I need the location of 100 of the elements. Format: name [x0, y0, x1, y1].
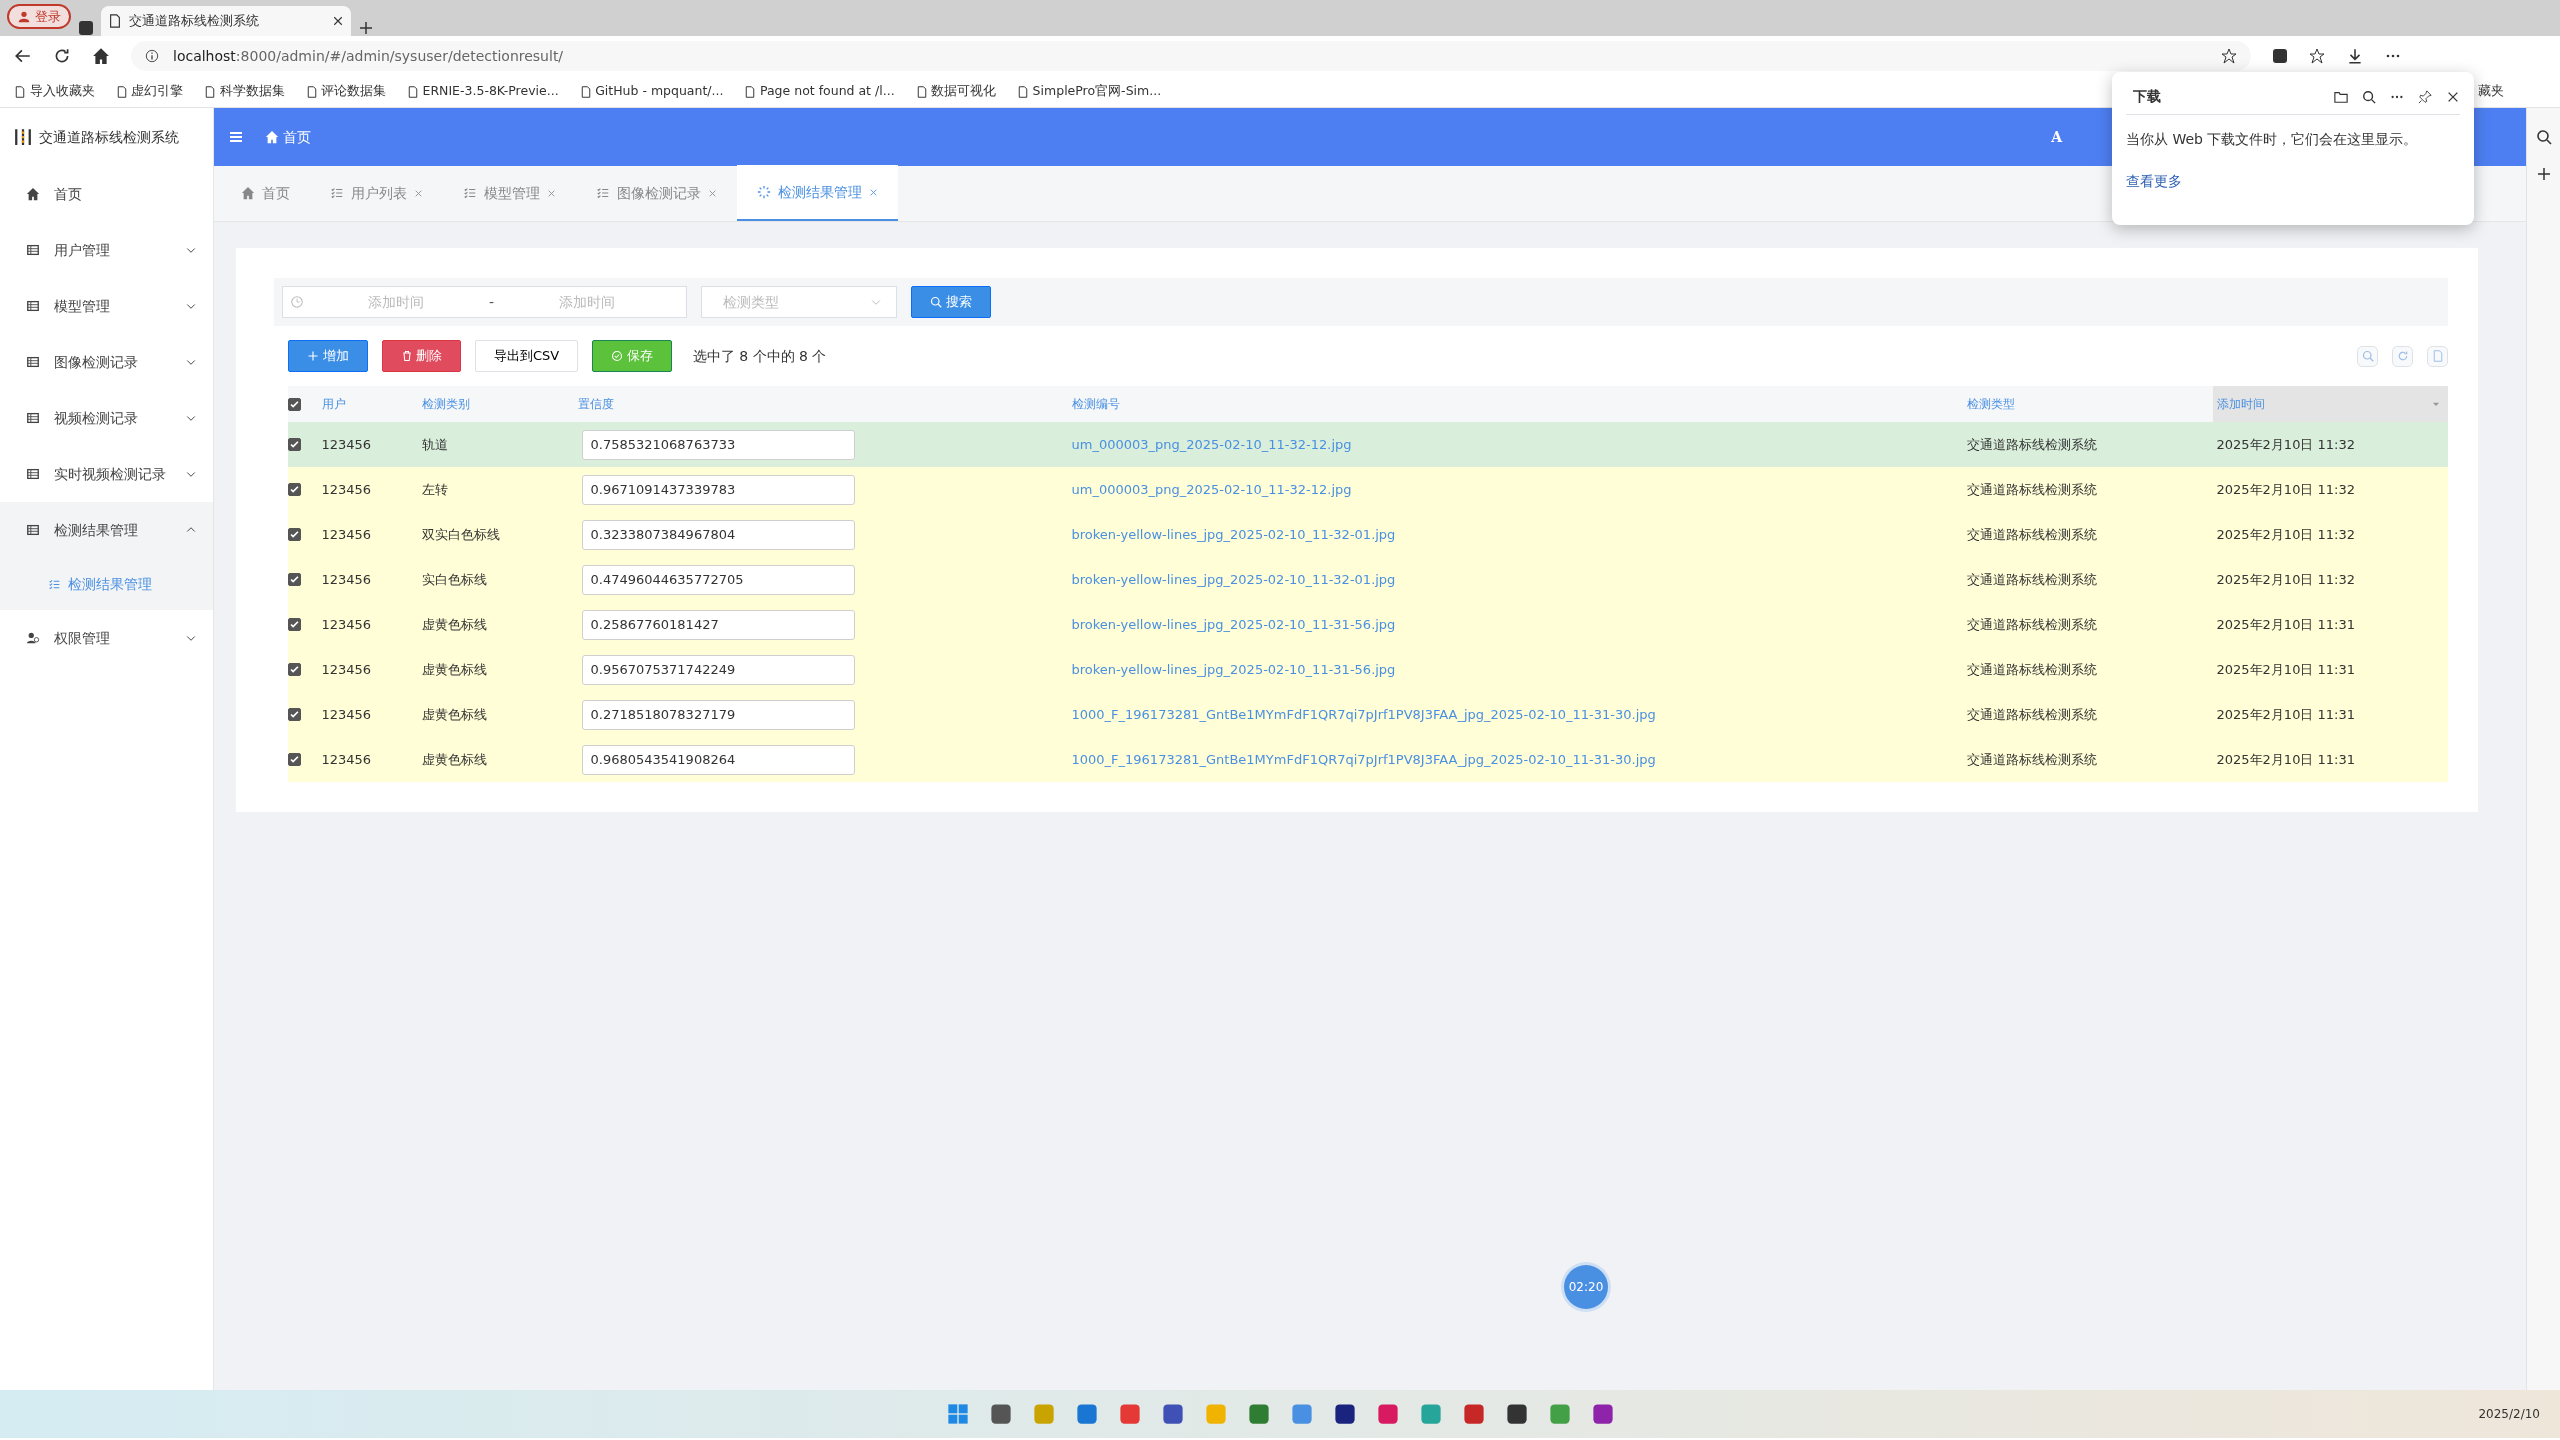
- sidebar-item[interactable]: 实时视频检测记录: [0, 446, 213, 502]
- table-cell: 2025年2月10日 11:32: [2216, 526, 2355, 542]
- row-checkbox[interactable]: [288, 708, 301, 721]
- table-cell: 交通道路标线检测系统: [1966, 661, 2097, 677]
- bookmark[interactable]: 数据可视化: [915, 82, 997, 101]
- toolbar-button[interactable]: 导出到CSV: [475, 340, 579, 372]
- table-cell: 123456: [321, 751, 372, 767]
- bookmark[interactable]: GitHub - mpquant/...: [579, 82, 724, 101]
- app-icon[interactable]: [1161, 1403, 1184, 1425]
- list-icon: [463, 186, 477, 200]
- page-icon: [115, 85, 128, 98]
- new-tab-icon[interactable]: [357, 20, 374, 36]
- row-checkbox[interactable]: [288, 753, 301, 766]
- sidebar-item[interactable]: 用户管理: [0, 222, 213, 278]
- breadcrumb-link[interactable]: 首页: [265, 126, 311, 148]
- bookmark[interactable]: 科学数据集: [204, 82, 285, 101]
- confidence-field[interactable]: 0.9671091437339783: [581, 474, 855, 505]
- table-cell: 2025年2月10日 11:32: [2216, 571, 2355, 587]
- favorite-icon[interactable]: [2221, 48, 2237, 64]
- table-cell: 虚黄色标线: [421, 616, 487, 632]
- bookmark[interactable]: Page not found at /l...: [744, 82, 895, 101]
- app-icon[interactable]: [1333, 1403, 1356, 1425]
- confidence-field[interactable]: 0.9567075371742249: [581, 654, 855, 685]
- table-icon: [26, 243, 40, 257]
- page-icon: [2431, 350, 2444, 362]
- table-cell: 2025年2月10日 11:32: [2216, 436, 2355, 452]
- page-icon: [305, 85, 318, 98]
- table-row[interactable]: 123456 左转 0.9671091437339783 um_000003_png_2025-02-10_11-32-12.jpg 交通道路标线检测系统 2025年2月10日 11:32: [288, 467, 2448, 512]
- table-row[interactable]: 123456 实白色标线 0.47496044635772705 broken-yellow-lines_jpg_2025-02-10_11-32-01.jpg 交通道路标线检测系统 2025年2月10日 11:32: [288, 557, 2448, 602]
- row-checkbox[interactable]: [288, 573, 301, 586]
- url-text: localhost:8000/admin/#/admin/sysuser/detectionresult/: [173, 46, 564, 66]
- confidence-field[interactable]: 0.47496044635772705: [581, 564, 855, 595]
- see-more-link[interactable]: 查看更多: [2126, 173, 2182, 189]
- confidence-field[interactable]: 0.9680543541908264: [581, 744, 855, 775]
- app-icon[interactable]: [1462, 1403, 1485, 1425]
- table-cell: 123456: [321, 481, 372, 497]
- menu-icon[interactable]: [228, 129, 244, 145]
- table-cell: 123456: [321, 661, 372, 677]
- bookmark[interactable]: 导入收藏夹: [14, 82, 95, 101]
- back-icon[interactable]: [14, 47, 32, 65]
- bookmark[interactable]: SimplePro官网-Sim...: [1017, 82, 1162, 101]
- confidence-field[interactable]: 0.2718518078327179: [581, 699, 855, 730]
- sidebar-item[interactable]: 首页: [0, 166, 213, 222]
- folder-icon[interactable]: [2334, 89, 2348, 104]
- browser-tab[interactable]: 交通道路标线检测系统: [100, 6, 351, 36]
- toolbar-button[interactable]: 删除: [381, 340, 461, 372]
- reload-icon[interactable]: [53, 47, 71, 65]
- row-checkbox[interactable]: [288, 438, 301, 451]
- table-row[interactable]: 123456 虚黄色标线 0.9567075371742249 broken-yellow-lines_jpg_2025-02-10_11-31-56.jpg 交通道路标线检测系统 2025年2月10日 11:31: [288, 647, 2448, 692]
- confidence-field[interactable]: 0.7585321068763733: [581, 429, 855, 460]
- list-icon: [596, 186, 610, 200]
- bookmark[interactable]: 评论数据集: [305, 82, 386, 101]
- sidebar-item[interactable]: 视频检测记录: [0, 390, 213, 446]
- bookmark[interactable]: ERNIE-3.5-8K-Previe...: [407, 82, 559, 101]
- row-checkbox[interactable]: [288, 528, 301, 541]
- download-icon[interactable]: [2346, 47, 2364, 65]
- app-icon[interactable]: [1591, 1403, 1614, 1425]
- row-checkbox[interactable]: [288, 663, 301, 676]
- bookmark[interactable]: 藏夹: [2478, 82, 2504, 101]
- selection-count: 选中了 8 个中的 8 个: [692, 346, 827, 366]
- reload-icon: [2396, 350, 2409, 362]
- search-icon[interactable]: [2362, 89, 2376, 104]
- date-range-field[interactable]: 添加时间 - 添加时间: [282, 286, 687, 318]
- close-icon[interactable]: [331, 15, 344, 27]
- sidebar-item[interactable]: 图像检测记录: [0, 334, 213, 390]
- table-cell: 2025年2月10日 11:31: [2216, 706, 2355, 722]
- home-icon[interactable]: [92, 47, 110, 65]
- clock-icon: [290, 295, 304, 309]
- favorites-icon[interactable]: [2309, 48, 2325, 64]
- row-checkbox[interactable]: [288, 618, 301, 631]
- table-row[interactable]: 123456 虚黄色标线 0.9680543541908264 1000_F_196173281_GntBe1MYmFdF1QR7qi7pJrf1PV8J3FAA_jpg_2025-02-10_11-31-30.jpg 交通道路标线检测系统 2025年2月10日 11:31: [288, 737, 2448, 782]
- start-icon[interactable]: [946, 1403, 969, 1425]
- pin-icon[interactable]: [2418, 89, 2432, 104]
- address-bar[interactable]: localhost:8000/admin/#/admin/sysuser/detectionresult/: [131, 41, 2251, 71]
- info-icon: [145, 49, 159, 63]
- table-row[interactable]: 123456 轨道 0.7585321068763733 um_000003_png_2025-02-10_11-32-12.jpg 交通道路标线检测系统 2025年2月10日 11:32: [288, 422, 2448, 467]
- table-icon: [26, 467, 40, 481]
- search-icon: [2361, 350, 2374, 362]
- table-row[interactable]: 123456 双实白色标线 0.3233807384967804 broken-yellow-lines_jpg_2025-02-10_11-32-01.jpg 交通道路标线检测系统 2025年2月10日 11:32: [288, 512, 2448, 557]
- user-initial[interactable]: A: [2051, 126, 2062, 148]
- app-icon[interactable]: [1505, 1403, 1528, 1425]
- page-icon: [107, 14, 122, 28]
- brand-name: 交通道路标线检测系统: [39, 127, 179, 147]
- sidebar-item[interactable]: 权限管理: [0, 610, 213, 666]
- row-checkbox[interactable]: [288, 483, 301, 496]
- table-row[interactable]: 123456 虚黄色标线 0.25867760181427 broken-yellow-lines_jpg_2025-02-10_11-31-56.jpg 交通道路标线检测系统 2025年2月10日 11:31: [288, 602, 2448, 647]
- select-all-checkbox[interactable]: [288, 397, 301, 411]
- confidence-field[interactable]: 0.3233807384967804: [581, 519, 855, 550]
- table-cell: 双实白色标线: [421, 526, 500, 542]
- login-button[interactable]: 登录: [7, 3, 71, 29]
- search-icon[interactable]: [2535, 129, 2552, 145]
- page-tab[interactable]: 检测结果管理: [737, 165, 898, 221]
- app-icon[interactable]: [989, 1403, 1012, 1425]
- home-icon: [26, 187, 40, 201]
- bookmark[interactable]: 虚幻引擎: [115, 82, 183, 101]
- add-icon[interactable]: [2535, 166, 2552, 182]
- sidebar-item[interactable]: 检测结果管理: [0, 502, 213, 558]
- confidence-field[interactable]: 0.25867760181427: [581, 609, 855, 640]
- table-row[interactable]: 123456 虚黄色标线 0.2718518078327179 1000_F_196173281_GntBe1MYmFdF1QR7qi7pJrf1PV8J3FAA_jpg_2025-02-10_11-31-30.jpg 交通道路标线检测系统 2025年2月10日 11:31: [288, 692, 2448, 737]
- sidebar-item[interactable]: 模型管理: [0, 278, 213, 334]
